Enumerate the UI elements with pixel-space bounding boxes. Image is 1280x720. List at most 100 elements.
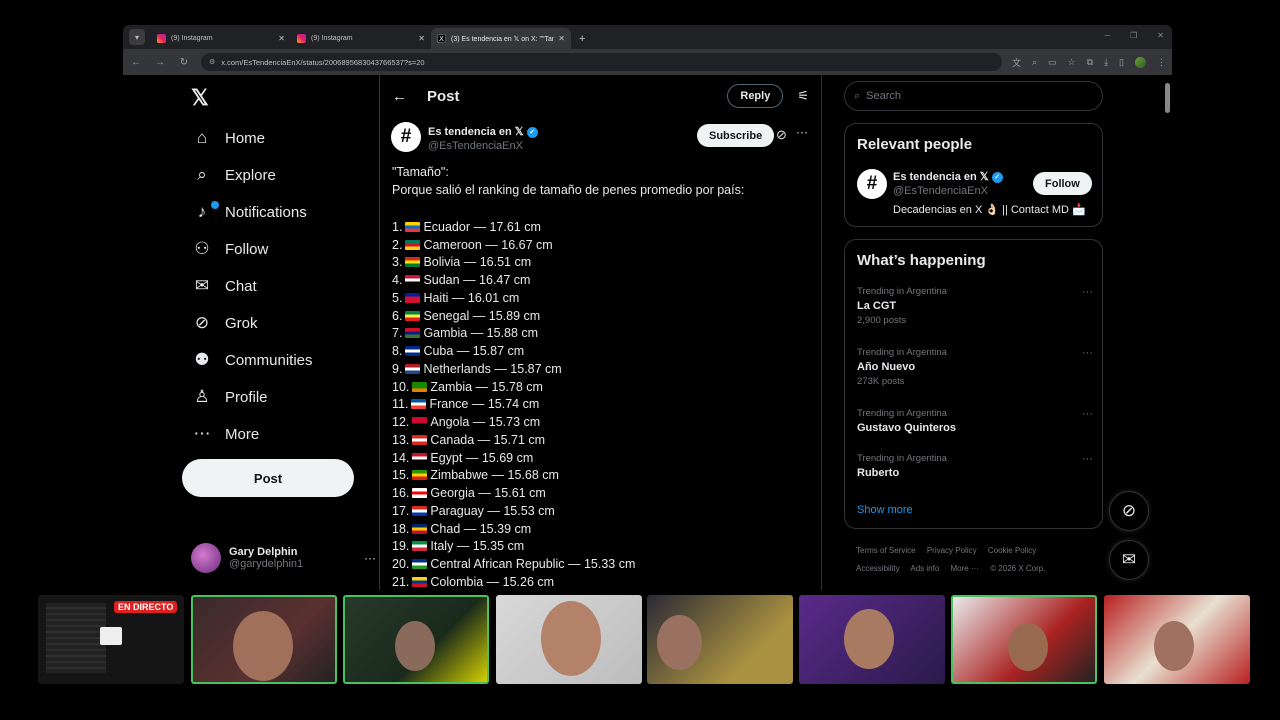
- more-dots-icon[interactable]: ···: [1082, 347, 1093, 359]
- footer-link[interactable]: More ···: [951, 564, 979, 573]
- ranking-list: 1. Ecuador — 17.61 cm 2. Cameroon — 16.67 c…: [392, 218, 817, 590]
- nav-item-profile[interactable]: ♙ Profile: [191, 382, 267, 412]
- footer-link[interactable]: Terms of Service: [856, 546, 916, 555]
- trend-context: Trending in Argentina: [857, 286, 947, 297]
- forward-arrow-icon[interactable]: →: [153, 57, 167, 68]
- more-dots-icon[interactable]: ···: [1082, 286, 1093, 298]
- communities-icon: ⚉: [194, 350, 210, 369]
- bookmark-star-icon[interactable]: ☆: [1068, 57, 1076, 68]
- minimize-icon[interactable]: ─: [1104, 31, 1110, 40]
- scrollbar[interactable]: [1165, 83, 1170, 113]
- grok-fab-icon[interactable]: ⊘: [1109, 491, 1149, 531]
- toolbar-icons: 文 ⌕ ▭ ☆ ⧉ ⤓ ▯ ⋮: [1012, 56, 1166, 69]
- footer-link[interactable]: Cookie Policy: [988, 546, 1036, 555]
- nav-item-home[interactable]: ⌂ Home: [191, 123, 265, 153]
- trend-item[interactable]: Trending in Argentina La CGT 2,900 posts…: [857, 286, 1093, 326]
- nav-label: Communities: [225, 351, 313, 369]
- browser-tab-active[interactable]: X (3) Es tendencia en 𝕏 on X: ""Tamaño ✕: [431, 28, 571, 49]
- trend-item[interactable]: Trending in Argentina Gustavo Quinteros …: [857, 408, 1093, 434]
- trend-item[interactable]: Trending in Argentina Ruberto ···: [857, 453, 1093, 479]
- profile-avatar-icon[interactable]: [1135, 56, 1146, 68]
- participant-video-tile[interactable]: [191, 595, 337, 684]
- ranking-item: 10. Zambia — 15.78 cm: [392, 378, 817, 396]
- sidebar-icon[interactable]: ▯: [1119, 57, 1124, 68]
- nav-item-more[interactable]: ⋯ More: [191, 419, 260, 449]
- reload-icon[interactable]: ↻: [177, 57, 191, 68]
- author-avatar[interactable]: #: [391, 122, 421, 152]
- more-dots-icon[interactable]: ···: [1082, 408, 1093, 420]
- nav-item-grok[interactable]: ⊘ Grok: [191, 308, 258, 338]
- home-icon: ⌂: [196, 128, 208, 147]
- download-icon[interactable]: ⤓: [1104, 57, 1108, 68]
- trend-name: Año Nuevo: [857, 361, 916, 373]
- author-name-text: Es tendencia en 𝕏: [428, 126, 524, 138]
- rank-number: 18.: [392, 521, 410, 536]
- card-title: What’s happening: [857, 252, 986, 269]
- flag-icon: [412, 434, 428, 445]
- extensions-icon[interactable]: ⧉: [1087, 57, 1093, 68]
- browser-tab[interactable]: (9) Instagram ✕: [291, 28, 431, 49]
- menu-icon[interactable]: ⋮: [1157, 57, 1166, 68]
- close-window-icon[interactable]: ✕: [1157, 31, 1164, 40]
- zoom-icon[interactable]: ⌕: [1032, 57, 1037, 68]
- screen-share-tile[interactable]: EN DIRECTO: [38, 595, 184, 684]
- nav-item-explore[interactable]: ⌕ Explore: [191, 160, 276, 190]
- participant-video-tile[interactable]: [951, 595, 1097, 684]
- browser-tab[interactable]: (9) Instagram ✕: [151, 28, 291, 49]
- maximize-icon[interactable]: ❐: [1130, 31, 1137, 40]
- ranking-item: 8. Cuba — 15.87 cm: [392, 342, 817, 360]
- back-arrow-icon[interactable]: ←: [392, 88, 407, 105]
- new-tab-icon[interactable]: +: [579, 33, 585, 45]
- translate-icon[interactable]: 文: [1012, 56, 1021, 69]
- participant-video-tile[interactable]: [799, 595, 945, 684]
- country-name: Gambia: [423, 326, 468, 341]
- footer-link[interactable]: Ads info: [910, 564, 939, 573]
- reply-button[interactable]: Reply: [727, 84, 784, 108]
- author-handle[interactable]: @EsTendenciaEnX: [428, 140, 523, 152]
- close-icon[interactable]: ✕: [418, 34, 425, 43]
- x-logo-icon[interactable]: 𝕏: [191, 85, 209, 111]
- url-field[interactable]: ⚙ x.com/EsTendenciaEnX/status/2006895683…: [201, 53, 1002, 71]
- grok-icon[interactable]: ⊘: [776, 127, 787, 143]
- account-switcher[interactable]: Gary Delphin @garydelphin1 ···: [191, 540, 376, 576]
- footer-link[interactable]: Privacy Policy: [927, 546, 977, 555]
- site-info-icon[interactable]: ⚙: [209, 58, 215, 66]
- back-arrow-icon[interactable]: ←: [129, 57, 143, 68]
- more-dots-icon[interactable]: ···: [796, 125, 808, 139]
- country-name: Zambia: [430, 379, 473, 394]
- post-button[interactable]: Post: [182, 459, 354, 497]
- author-name[interactable]: Es tendencia en 𝕏 ✓: [428, 125, 538, 138]
- subscribe-button[interactable]: Subscribe: [697, 124, 775, 147]
- nav-item-follow[interactable]: ⚇ Follow: [191, 234, 268, 264]
- close-icon[interactable]: ✕: [278, 34, 285, 43]
- trend-count: 2,900 posts: [857, 315, 907, 326]
- more-dots-icon[interactable]: ···: [1082, 453, 1093, 465]
- participant-video-tile[interactable]: [647, 595, 793, 684]
- follow-button[interactable]: Follow: [1033, 172, 1092, 195]
- search-input[interactable]: ⌕ Search: [844, 81, 1103, 111]
- messages-fab-icon[interactable]: ✉: [1109, 540, 1149, 580]
- country-name: Netherlands: [423, 361, 491, 376]
- participant-video-tile[interactable]: [1104, 595, 1250, 684]
- cast-icon[interactable]: ▭: [1048, 57, 1057, 68]
- footer-link[interactable]: Accessibility: [856, 564, 900, 573]
- person-avatar[interactable]: #: [857, 169, 887, 199]
- tab-search-icon[interactable]: ▾: [129, 29, 145, 45]
- more-dots-icon[interactable]: ···: [364, 551, 376, 565]
- nav-label: Explore: [225, 166, 276, 184]
- post-column: ← Post Reply ⚟ # Es tendencia en 𝕏 ✓ @EsT…: [379, 75, 822, 590]
- whats-happening-card: What’s happening Trending in Argentina L…: [844, 239, 1103, 529]
- person-handle[interactable]: @EsTendenciaEnX: [893, 185, 988, 197]
- person-name[interactable]: Es tendencia en 𝕏 ✓: [893, 170, 1003, 183]
- participant-video-tile[interactable]: [343, 595, 489, 684]
- nav-item-chat[interactable]: ✉ Chat: [191, 271, 257, 301]
- close-icon[interactable]: ✕: [558, 34, 565, 43]
- trend-item[interactable]: Trending in Argentina Año Nuevo 273K pos…: [857, 347, 1093, 387]
- rank-value: 15.68 cm: [507, 468, 559, 483]
- show-more-link[interactable]: Show more: [857, 504, 913, 516]
- tab-bar: ▾ (9) Instagram ✕ (9) Instagram ✕ X (3) …: [123, 25, 1172, 49]
- settings-sliders-icon[interactable]: ⚟: [797, 88, 809, 104]
- nav-item-communities[interactable]: ⚉ Communities: [191, 345, 313, 375]
- nav-item-notifications[interactable]: ♪ Notifications: [191, 197, 307, 227]
- participant-video-tile[interactable]: [496, 595, 642, 684]
